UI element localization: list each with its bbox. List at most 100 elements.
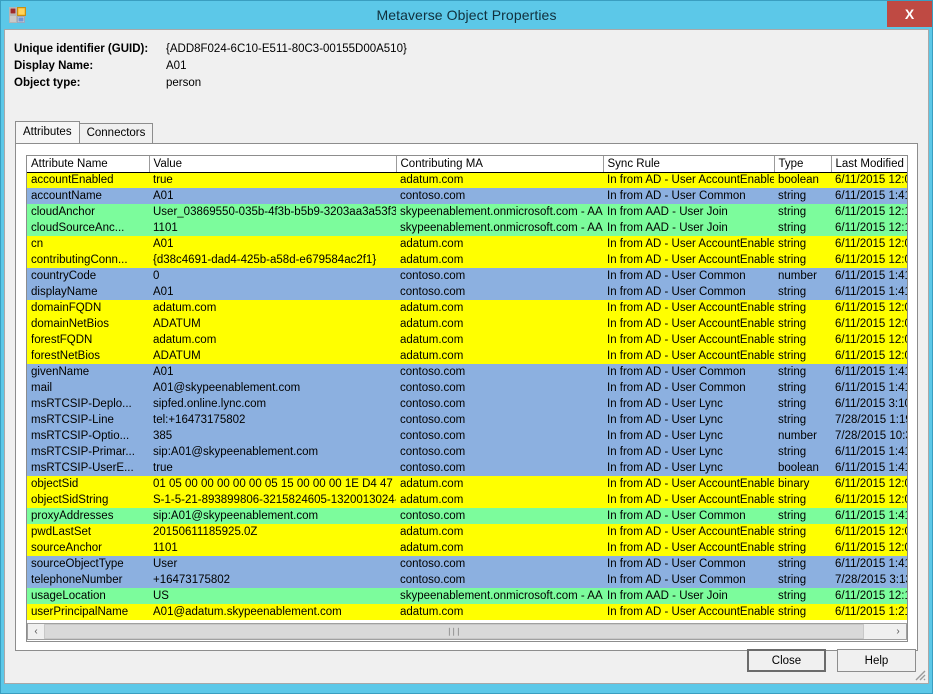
column-header-attribute-name[interactable]: Attribute Name [27,156,150,173]
table-row[interactable]: usageLocation US skypeenablement.onmicroso… [27,588,907,604]
cell-type: string [774,316,831,332]
cell-contributing-ma: adatum.com [396,300,603,316]
table-row[interactable]: pwdLastSet 20150611185925.0Z adatum.com In … [27,524,907,540]
cell-last-modified: 6/11/2015 12:0 [831,348,907,364]
cell-value: A01@adatum.skypeenablement.com [149,604,396,620]
column-header-last-modified[interactable]: Last Modified [831,156,907,173]
table-row[interactable]: telephoneNumber +16473175802 contoso.com In… [27,572,907,588]
cell-type: string [774,588,831,604]
cell-value: US [149,588,396,604]
cell-contributing-ma: adatum.com [396,316,603,332]
cell-contributing-ma: contoso.com [396,268,603,284]
table-row[interactable]: cn A01 adatum.com In from AD - User Account… [27,236,907,252]
table-row[interactable]: msRTCSIP-Primar... sip:A01@skypeenablemen… [27,444,907,460]
close-icon[interactable]: X [887,1,932,27]
column-header-sync-rule[interactable]: Sync Rule [603,156,775,173]
cell-type: string [774,236,831,252]
cell-contributing-ma: skypeenablement.onmicrosoft.com - AAD [396,220,603,236]
cell-last-modified: 6/11/2015 1:41 [831,556,907,572]
close-button[interactable]: Close [747,649,826,672]
cell-attribute-name: objectSid [27,476,149,492]
summary-row: Object type: person [14,74,407,91]
cell-value: sip:A01@skypeenablement.com [149,508,396,524]
cell-type: string [774,508,831,524]
table-row[interactable]: domainFQDN adatum.com adatum.com In from AD… [27,300,907,316]
cell-attribute-name: msRTCSIP-Optio... [27,428,149,444]
table-row[interactable]: objectSid 01 05 00 00 00 00 00 05 15 00 0… [27,476,907,492]
cell-contributing-ma: adatum.com [396,236,603,252]
cell-sync-rule: In from AD - User Common [603,268,774,284]
cell-contributing-ma: contoso.com [396,572,603,588]
table-row[interactable]: sourceObjectType User contoso.com In from A… [27,556,907,572]
cell-type: string [774,604,831,620]
tab-connectors[interactable]: Connectors [78,123,154,143]
cell-attribute-name: telephoneNumber [27,572,149,588]
table-header: Attribute Name Value Contributing MA Syn… [27,156,907,173]
cell-sync-rule: In from AD - User Common [603,284,774,300]
table-row[interactable]: accountEnabled true adatum.com In from AD -… [27,171,907,188]
cell-value: sipfed.online.lync.com [149,396,396,412]
cell-contributing-ma: skypeenablement.onmicrosoft.com - AAD [396,204,603,220]
cell-type: string [774,332,831,348]
cell-attribute-name: mail [27,380,149,396]
cell-type: string [774,204,831,220]
resize-grip-icon[interactable] [912,667,926,681]
table-row[interactable]: sourceAnchor 1101 adatum.com In from AD - U… [27,540,907,556]
table-row[interactable]: msRTCSIP-UserE... true contoso.com In from … [27,460,907,476]
table-row[interactable]: msRTCSIP-Deplo... sipfed.online.lync.com c… [27,396,907,412]
scroll-right-icon[interactable]: › [890,624,906,639]
table-row[interactable]: contributingConn... {d38c4691-dad4-425b-a… [27,252,907,268]
summary-row: Display Name: A01 [14,57,407,74]
cell-last-modified: 6/11/2015 1:41 [831,284,907,300]
tab-attributes[interactable]: Attributes [15,121,80,143]
cell-contributing-ma: adatum.com [396,492,603,508]
table-row[interactable]: userPrincipalName A01@adatum.skypeenablem… [27,604,907,620]
table-row[interactable]: cloudAnchor User_03869550-035b-4f3b-b5b9-… [27,204,907,220]
scroll-left-icon[interactable]: ‹ [28,624,44,639]
cell-last-modified: 6/11/2015 1:41 [831,268,907,284]
column-header-value[interactable]: Value [149,156,397,173]
horizontal-scrollbar[interactable]: ‹ ∣∣∣ › [27,623,907,640]
cell-last-modified: 6/11/2015 12:0 [831,540,907,556]
table-row[interactable]: proxyAddresses sip:A01@skypeenablement.co… [27,508,907,524]
table-row[interactable]: domainNetBios ADATUM adatum.com In from AD … [27,316,907,332]
cell-attribute-name: domainFQDN [27,300,149,316]
cell-last-modified: 6/11/2015 12:0 [831,316,907,332]
cell-sync-rule: In from AD - User AccountEnabled [603,540,774,556]
cell-sync-rule: In from AD - User Common [603,572,774,588]
cell-contributing-ma: adatum.com [396,540,603,556]
cell-value: A01 [149,236,396,252]
scrollbar-track[interactable]: ∣∣∣ [44,624,890,639]
cell-sync-rule: In from AD - User Lync [603,460,774,476]
table-row[interactable]: forestNetBios ADATUM adatum.com In from AD … [27,348,907,364]
table-row[interactable]: countryCode 0 contoso.com In from AD - User… [27,268,907,284]
table-row[interactable]: objectSidString S-1-5-21-893899806-321582… [27,492,907,508]
table-row[interactable]: msRTCSIP-Line tel:+16473175802 contoso.com… [27,412,907,428]
metaverse-object-properties-window: Metaverse Object Properties X Unique ide… [0,0,933,694]
scrollbar-thumb[interactable]: ∣∣∣ [44,624,864,639]
cell-attribute-name: forestFQDN [27,332,149,348]
cell-last-modified: 7/28/2015 10:3 [831,428,907,444]
table-row[interactable]: msRTCSIP-Optio... 385 contoso.com In from A… [27,428,907,444]
help-button[interactable]: Help [837,649,916,672]
table-row[interactable]: mail A01@skypeenablement.com contoso.com In… [27,380,907,396]
table-row[interactable]: givenName A01 contoso.com In from AD - User… [27,364,907,380]
cell-value: User [149,556,396,572]
table-row[interactable]: accountName A01 contoso.com In from AD - Us… [27,188,907,204]
column-header-type[interactable]: Type [774,156,832,173]
table-row[interactable]: displayName A01 contoso.com In from AD - Us… [27,284,907,300]
cell-attribute-name: accountEnabled [27,171,149,188]
cell-value: 20150611185925.0Z [149,524,396,540]
cell-contributing-ma: contoso.com [396,444,603,460]
table-row[interactable]: forestFQDN adatum.com adatum.com In from AD… [27,332,907,348]
attributes-grid[interactable]: Attribute Name Value Contributing MA Syn… [26,155,908,642]
cell-value: User_03869550-035b-4f3b-b5b9-3203aa3a53f… [149,204,396,220]
title-bar: Metaverse Object Properties X [1,1,932,29]
cell-last-modified: 6/11/2015 12:0 [831,476,907,492]
cell-value: tel:+16473175802 [149,412,396,428]
cell-sync-rule: In from AD - User AccountEnabled [603,492,774,508]
column-header-contributing-ma[interactable]: Contributing MA [396,156,604,173]
cell-type: string [774,284,831,300]
cell-last-modified: 6/11/2015 1:21 [831,604,907,620]
table-row[interactable]: cloudSourceAnc... 1101 skypeenablement.onm… [27,220,907,236]
